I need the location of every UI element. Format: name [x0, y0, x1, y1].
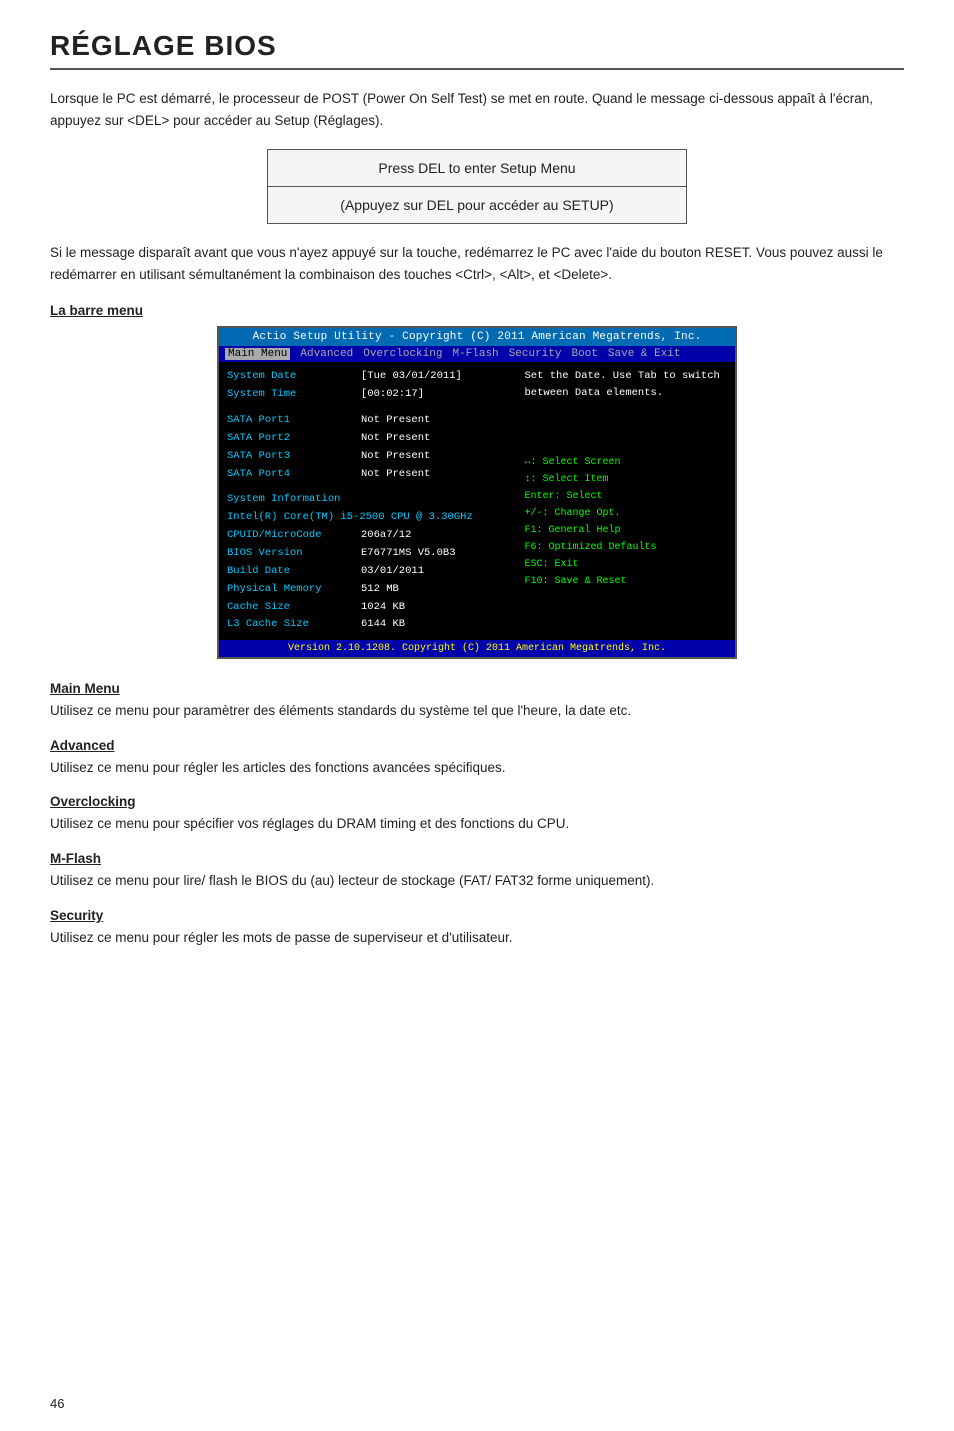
bios-value-sata3: Not Present [361, 448, 430, 466]
bios-label-sata3: SATA Port3 [227, 448, 357, 466]
bios-label-cache: Cache Size [227, 599, 357, 617]
bios-row-cpuid: CPUID/MicroCode 206a7/12 [227, 527, 511, 545]
section-title-advanced: Advanced [50, 738, 904, 753]
bios-label-time: System Time [227, 386, 357, 404]
bios-menu-item-main[interactable]: Main Menu [225, 348, 290, 360]
bios-row-phymem: Physical Memory 512 MB [227, 581, 511, 599]
bios-title-bar: Actio Setup Utility - Copyright (C) 2011… [219, 328, 735, 346]
intro-paragraph2: Si le message disparaît avant que vous n… [50, 242, 904, 285]
bios-screenshot: Actio Setup Utility - Copyright (C) 2011… [217, 326, 737, 659]
bios-right-blank [525, 406, 728, 414]
bios-shortcut-plusminus: +/-: Change Opt. [525, 505, 728, 522]
bios-value-cache: 1024 KB [361, 599, 405, 617]
bios-row-date: System Date [Tue 03/01/2011] [227, 368, 511, 386]
menu-sections-container: Main Menu Utilisez ce menu pour paramètre… [50, 681, 904, 948]
bios-menu-item-advanced[interactable]: Advanced [300, 348, 353, 360]
bios-cpu-label: Intel(R) Core(TM) i5-2500 CPU @ 3.30GHz [227, 509, 511, 527]
section-text-overclocking: Utilisez ce menu pour spécifier vos régl… [50, 813, 904, 835]
bios-menu-item-save[interactable]: Save & Exit [608, 348, 681, 360]
menu-bar-section-heading: La barre menu [50, 303, 904, 318]
bios-hint-text: Set the Date. Use Tab to switch between … [525, 368, 728, 402]
bios-footer: Version 2.10.1208. Copyright (C) 2011 Am… [219, 640, 735, 657]
bios-row-sata1: SATA Port1 Not Present [227, 412, 511, 430]
bios-menu-item-boot[interactable]: Boot [571, 348, 597, 360]
section-m-flash: M-Flash Utilisez ce menu pour lire/ flash… [50, 851, 904, 892]
bios-label-biosver: BIOS Version [227, 545, 357, 563]
press-del-line2: (Appuyez sur DEL pour accéder au SETUP) [268, 187, 686, 223]
bios-menu-item-mflash[interactable]: M-Flash [452, 348, 498, 360]
bios-value-sata4: Not Present [361, 466, 430, 484]
bios-row-sata4: SATA Port4 Not Present [227, 466, 511, 484]
bios-right-blank3 [525, 422, 728, 430]
bios-label-sata2: SATA Port2 [227, 430, 357, 448]
bios-row-builddate: Build Date 03/01/2011 [227, 563, 511, 581]
intro-paragraph1: Lorsque le PC est démarré, le processeur… [50, 88, 904, 131]
bios-menu-item-overclocking[interactable]: Overclocking [363, 348, 442, 360]
bios-label-date: System Date [227, 368, 357, 386]
section-title-security: Security [50, 908, 904, 923]
title-divider [50, 68, 904, 70]
bios-value-builddate: 03/01/2011 [361, 563, 424, 581]
bios-value-date: [Tue 03/01/2011] [361, 368, 462, 386]
section-title-main-menu: Main Menu [50, 681, 904, 696]
bios-value-sata1: Not Present [361, 412, 430, 430]
section-main-menu: Main Menu Utilisez ce menu pour paramètre… [50, 681, 904, 722]
bios-value-phymem: 512 MB [361, 581, 399, 599]
section-security: Security Utilisez ce menu pour régler les… [50, 908, 904, 949]
section-title-m-flash: M-Flash [50, 851, 904, 866]
bios-value-time: [00:02:17] [361, 386, 424, 404]
bios-left-panel: System Date [Tue 03/01/2011] System Time… [227, 368, 511, 634]
section-advanced: Advanced Utilisez ce menu pour régler les… [50, 738, 904, 779]
section-text-main-menu: Utilisez ce menu pour paramètrer des élé… [50, 700, 904, 722]
page-title: RÉGLAGE BIOS [50, 30, 904, 62]
bios-blank1 [227, 404, 511, 412]
bios-row-biosver: BIOS Version E76771MS V5.0B3 [227, 545, 511, 563]
bios-value-biosver: E76771MS V5.0B3 [361, 545, 456, 563]
bios-label-phymem: Physical Memory [227, 581, 357, 599]
press-del-box: Press DEL to enter Setup Menu (Appuyez s… [267, 149, 687, 224]
press-del-line1: Press DEL to enter Setup Menu [268, 150, 686, 187]
section-text-security: Utilisez ce menu pour régler les mots de… [50, 927, 904, 949]
bios-menu-bar: Main Menu Advanced Overclocking M-Flash … [219, 346, 735, 362]
bios-value-sata2: Not Present [361, 430, 430, 448]
section-title-overclocking: Overclocking [50, 794, 904, 809]
bios-label-sata4: SATA Port4 [227, 466, 357, 484]
bios-shortcut-updown: ↕: Select Item [525, 471, 728, 488]
bios-right-blank6 [525, 446, 728, 454]
bios-blank2 [227, 483, 511, 491]
bios-right-blank4 [525, 430, 728, 438]
bios-row-sata2: SATA Port2 Not Present [227, 430, 511, 448]
bios-value-l3cache: 6144 KB [361, 616, 405, 634]
bios-label-sata1: SATA Port1 [227, 412, 357, 430]
bios-right-blank2 [525, 414, 728, 422]
bios-shortcut-f6: F6: Optimized Defaults [525, 539, 728, 556]
bios-shortcut-f10: F10: Save & Reset [525, 573, 728, 590]
section-text-advanced: Utilisez ce menu pour régler les article… [50, 757, 904, 779]
bios-menu-item-security[interactable]: Security [509, 348, 562, 360]
bios-shortcut-esc: ESC: Exit [525, 556, 728, 573]
bios-shortcut-enter: Enter: Select [525, 488, 728, 505]
bios-label-l3cache: L3 Cache Size [227, 616, 357, 634]
section-overclocking: Overclocking Utilisez ce menu pour spécif… [50, 794, 904, 835]
bios-row-sata3: SATA Port3 Not Present [227, 448, 511, 466]
bios-row-l3cache: L3 Cache Size 6144 KB [227, 616, 511, 634]
bios-shortcut-arrows: ↔: Select Screen [525, 454, 728, 471]
bios-sysinfo-label: System Information [227, 491, 511, 509]
page-number: 46 [50, 1396, 64, 1411]
bios-body: System Date [Tue 03/01/2011] System Time… [219, 362, 735, 640]
bios-row-time: System Time [00:02:17] [227, 386, 511, 404]
bios-shortcut-f1: F1: General Help [525, 522, 728, 539]
bios-value-cpuid: 206a7/12 [361, 527, 411, 545]
bios-row-cache: Cache Size 1024 KB [227, 599, 511, 617]
section-text-m-flash: Utilisez ce menu pour lire/ flash le BIO… [50, 870, 904, 892]
bios-label-builddate: Build Date [227, 563, 357, 581]
bios-right-panel: Set the Date. Use Tab to switch between … [519, 368, 728, 634]
bios-right-blank5 [525, 438, 728, 446]
bios-label-cpuid: CPUID/MicroCode [227, 527, 357, 545]
